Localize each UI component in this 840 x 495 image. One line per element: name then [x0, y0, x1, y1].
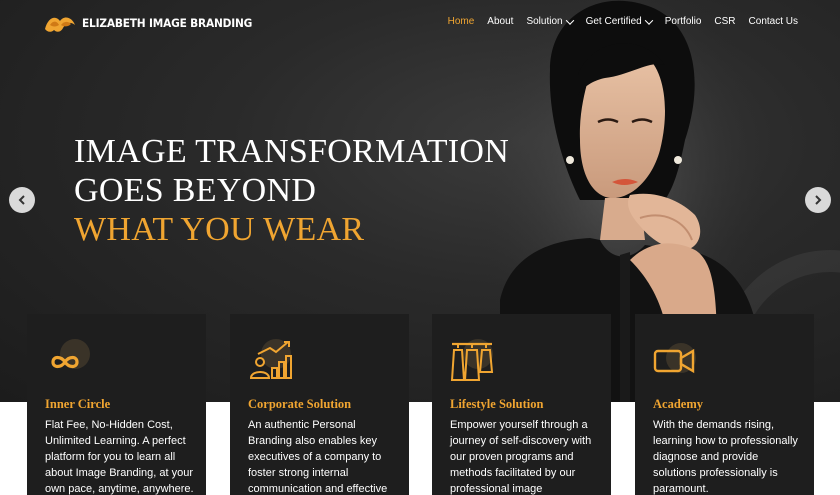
card-description: Empower yourself through a journey of se…	[450, 419, 592, 495]
nav-about-label: About	[487, 16, 514, 27]
nav-home[interactable]: Home	[448, 16, 475, 27]
nav-home-label: Home	[447, 16, 475, 27]
nav-solution-label: Solution	[526, 16, 563, 27]
nav-csr-label: CSR	[714, 16, 736, 27]
nav-csr[interactable]: CSR	[714, 16, 735, 27]
chevron-right-icon	[815, 195, 822, 205]
headline-line-1: IMAGE TRANSFORMATION	[74, 133, 510, 170]
nav-portfolio[interactable]: Portfolio	[665, 16, 702, 27]
chevron-left-icon	[18, 195, 25, 205]
card-description: With the demands rising, learning how to…	[653, 419, 798, 495]
growth-chart-icon	[249, 339, 292, 379]
nav-contact-us[interactable]: Contact Us	[749, 16, 798, 27]
slider-next-button[interactable]	[805, 187, 831, 213]
card-description: An authentic Personal Branding also enab…	[248, 419, 388, 495]
card-lifestyle-solution[interactable]: Lifestyle Solution Empower yourself thro…	[432, 314, 611, 495]
card-title: Lifestyle Solution	[450, 397, 544, 411]
headline-line-2: GOES BEYOND	[74, 172, 317, 209]
nav-get-certified-label: Get Certified	[585, 16, 642, 27]
card-title: Academy	[653, 397, 703, 411]
chevron-down-icon	[644, 15, 653, 25]
card-corporate-solution[interactable]: Corporate Solution An authentic Personal…	[230, 314, 409, 495]
nav-portfolio-label: Portfolio	[664, 16, 702, 27]
nav-about[interactable]: About	[487, 16, 513, 27]
card-title: Corporate Solution	[248, 397, 352, 411]
card-title: Inner Circle	[45, 397, 111, 411]
brand-name: ELIZABETH IMAGE BRANDING	[82, 16, 253, 30]
wardrobe-icon	[450, 339, 494, 381]
nav-solution[interactable]: Solution	[526, 15, 574, 27]
headline-line-3: WHAT YOU WEAR	[74, 211, 365, 248]
top-navigation: ELIZABETH IMAGE BRANDING Home About Solu…	[0, 0, 840, 46]
card-inner-circle[interactable]: Inner Circle Flat Fee, No-Hidden Cost, U…	[27, 314, 206, 495]
main-menu: Home About Solution Get Certified Portfo…	[435, 15, 798, 27]
card-academy[interactable]: Academy With the demands rising, learnin…	[635, 314, 814, 495]
chevron-down-icon	[565, 15, 574, 25]
infinity-icon	[51, 339, 90, 369]
hero-headline: IMAGE TRANSFORMATION GOES BEYOND WHAT YO…	[74, 132, 509, 249]
nav-contact-us-label: Contact Us	[748, 16, 798, 27]
brand-logo[interactable]: ELIZABETH IMAGE BRANDING	[42, 11, 267, 35]
slider-prev-button[interactable]	[9, 187, 35, 213]
brand-mark-icon	[45, 17, 75, 32]
card-description: Flat Fee, No-Hidden Cost, Unlimited Lear…	[45, 419, 194, 495]
video-camera-icon	[653, 343, 696, 374]
nav-get-certified[interactable]: Get Certified	[585, 15, 653, 27]
